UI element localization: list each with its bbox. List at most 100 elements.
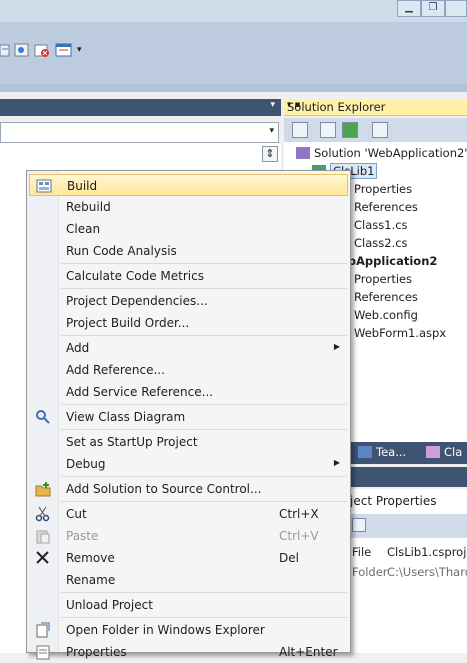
restore-button[interactable]: ❐ — [421, 0, 445, 17]
submenu-arrow-icon: ▶ — [333, 342, 340, 351]
menu-item-label: Properties — [66, 645, 127, 659]
menu-item-set-as-startup-project[interactable]: Set as StartUp Project — [29, 431, 348, 453]
split-window-icon[interactable]: ⇕ — [262, 146, 278, 162]
menu-item-debug[interactable]: Debug ▶ — [29, 453, 348, 475]
menu-item-label: Clean — [66, 222, 101, 236]
properties-header — [350, 467, 467, 487]
tree-node-label: Properties — [354, 182, 413, 196]
menu-item-label: Add — [66, 341, 90, 355]
tree-node-label: ebApplication2 — [340, 254, 438, 268]
refresh-button[interactable] — [342, 122, 358, 138]
menu-separator — [61, 335, 347, 336]
submenu-arrow-icon: ▶ — [333, 458, 340, 467]
menu-item-run-code-analysis[interactable]: Run Code Analysis — [29, 240, 348, 262]
toolbar-divider — [0, 84, 467, 92]
menu-item-add-service-reference[interactable]: Add Service Reference... — [29, 381, 348, 403]
member-dropdown[interactable]: ▾ — [0, 122, 279, 143]
menu-item-label: View Class Diagram — [66, 410, 186, 424]
menu-item-project-build-order[interactable]: Project Build Order... — [29, 312, 348, 334]
menu-item-label: Open Folder in Windows Explorer — [66, 623, 265, 637]
menu-separator — [61, 263, 347, 264]
remove-icon — [35, 550, 51, 566]
menu-item-label: Debug — [66, 457, 106, 471]
menu-item-clean[interactable]: Clean — [29, 218, 348, 240]
properties-icon — [35, 644, 51, 660]
chevron-down-icon[interactable]: ▾ — [269, 126, 274, 136]
menu-item-remove[interactable]: Remove Del — [29, 547, 348, 569]
tree-node-label: Class1.cs — [354, 218, 408, 232]
object-browser-icon[interactable] — [14, 42, 30, 58]
pin-icon[interactable]: ▾ ▪ — [287, 100, 447, 110]
menu-item-shortcut: Del — [279, 551, 299, 565]
toolbox-icon[interactable] — [34, 42, 50, 58]
solution-explorer-toolbar — [284, 118, 467, 142]
minimize-button[interactable]: ▁ — [397, 0, 421, 17]
properties-window-icon[interactable] — [0, 42, 10, 58]
menu-item-calculate-code-metrics[interactable]: Calculate Code Metrics — [29, 265, 348, 287]
tab-team-explorer[interactable]: Tea... — [358, 445, 406, 459]
menu-separator — [61, 592, 347, 593]
menu-item-paste: Paste Ctrl+V — [29, 525, 348, 547]
tree-node-label: Web.config — [354, 308, 418, 322]
menu-item-label: Add Service Reference... — [66, 385, 214, 399]
menu-item-label: Cut — [66, 507, 87, 521]
window-title-bar: ▁ ❐ — [0, 0, 467, 22]
solution-icon — [296, 147, 310, 159]
menu-item-label: Remove — [66, 551, 115, 565]
menu-item-cut[interactable]: Cut Ctrl+X — [29, 503, 348, 525]
tree-node-label: References — [354, 290, 418, 304]
menu-item-add[interactable]: Add ▶ — [29, 337, 348, 359]
menu-item-label: Build — [67, 179, 98, 193]
properties-object-selector[interactable]: ject Properties — [350, 489, 467, 514]
menu-separator — [61, 288, 347, 289]
menu-item-unload-project[interactable]: Unload Project — [29, 594, 348, 616]
close-button[interactable] — [445, 0, 467, 17]
tree-node[interactable]: ebApplication2 — [340, 254, 437, 268]
menu-item-open-folder-in-windows-explorer[interactable]: Open Folder in Windows Explorer — [29, 619, 348, 641]
class-diagram-icon — [35, 409, 51, 425]
tab-list-dropdown-icon[interactable]: ▾ — [270, 100, 275, 110]
menu-item-project-dependencies[interactable]: Project Dependencies... — [29, 290, 348, 312]
paste-icon — [35, 528, 51, 544]
output-window-icon[interactable] — [55, 42, 73, 58]
project-context-menu: Build Rebuild Clean Run Code Analysis Calcul… — [26, 170, 351, 660]
menu-item-label: Set as StartUp Project — [66, 435, 198, 449]
properties-button[interactable] — [292, 122, 308, 138]
tab-class-view[interactable]: Cla — [426, 445, 462, 459]
menu-item-label: Rename — [66, 573, 116, 587]
menu-item-shortcut: Ctrl+X — [279, 507, 319, 521]
menu-separator — [61, 429, 347, 430]
menu-item-rename[interactable]: Rename — [29, 569, 348, 591]
menu-item-label: Unload Project — [66, 598, 153, 612]
open-folder-icon — [35, 622, 51, 638]
menu-item-add-solution-to-source-control[interactable]: Add Solution to Source Control... — [29, 478, 348, 500]
tree-node-label: Solution 'WebApplication2' ( — [314, 146, 467, 160]
team-explorer-icon — [358, 446, 372, 458]
menu-item-label: Calculate Code Metrics — [66, 269, 204, 283]
menu-item-properties[interactable]: Properties Alt+Enter — [29, 641, 348, 663]
menu-item-label: Rebuild — [66, 200, 111, 214]
menu-separator — [61, 476, 347, 477]
property-pages-button[interactable] — [352, 518, 366, 532]
property-row[interactable]: File ClsLib1.csproj — [350, 542, 467, 562]
view-class-diagram-button[interactable] — [372, 122, 388, 138]
menu-item-label: Add Reference... — [66, 363, 165, 377]
menu-item-add-reference[interactable]: Add Reference... — [29, 359, 348, 381]
show-all-files-button[interactable] — [320, 122, 336, 138]
tree-node-label: References — [354, 200, 418, 214]
menu-item-shortcut: Ctrl+V — [279, 529, 319, 543]
menu-item-view-class-diagram[interactable]: View Class Diagram — [29, 406, 348, 428]
tree-node[interactable]: Solution 'WebApplication2' ( — [296, 146, 467, 160]
menu-item-label: Run Code Analysis — [66, 244, 177, 258]
tree-node-label: WebForm1.aspx — [354, 326, 447, 340]
tree-node-label: Properties — [354, 272, 413, 286]
tree-node[interactable]: WebForm1.aspx — [336, 326, 446, 340]
property-row[interactable]: Folder C:\Users\Tharo — [350, 562, 467, 582]
toolbar-overflow-icon[interactable]: ▾ — [77, 42, 82, 58]
menu-item-build[interactable]: Build — [29, 174, 348, 196]
menu-item-shortcut: Alt+Enter — [279, 645, 338, 659]
menu-separator — [61, 501, 347, 502]
menu-item-rebuild[interactable]: Rebuild — [29, 196, 348, 218]
menu-separator — [61, 617, 347, 618]
source-control-icon — [35, 481, 51, 497]
